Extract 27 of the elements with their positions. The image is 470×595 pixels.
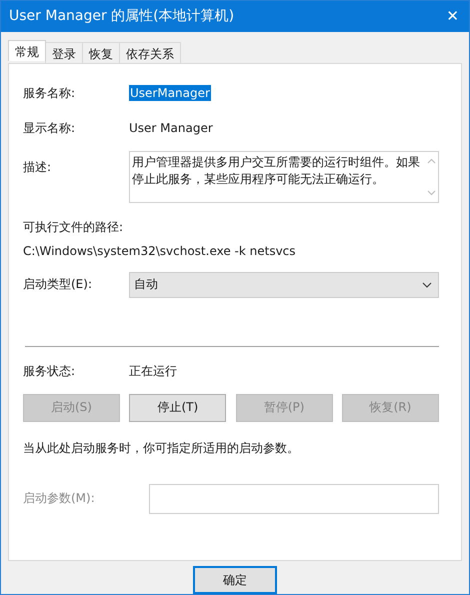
path-text: C:\Windows\system32\svchost.exe -k netsvcs xyxy=(23,244,297,258)
service-name-value[interactable]: UserManager xyxy=(129,85,211,102)
ok-button[interactable]: 确定 xyxy=(193,566,277,594)
scroll-down-icon[interactable] xyxy=(426,190,436,196)
startup-type-dropdown[interactable]: 自动 xyxy=(129,272,439,298)
tab[interactable]: 登录 xyxy=(45,42,83,63)
window-title: User Manager 的属性(本地计算机) xyxy=(9,7,234,26)
close-button[interactable]: ✕ xyxy=(446,7,459,26)
field-label: 服务状态: xyxy=(23,362,76,380)
description-box[interactable]: 用户管理器提供多用户交互所需要的运行时组件。如果停止此服务，某些应用程序可能无法正确运行。 xyxy=(129,150,439,203)
display-name-value: User Manager xyxy=(129,121,213,136)
tab[interactable]: 常规 xyxy=(8,40,46,61)
field-label: 启动参数(M): xyxy=(23,490,96,508)
tab[interactable]: 依存关系 xyxy=(119,42,181,63)
field-label: 启动类型(E): xyxy=(23,276,93,294)
status-value: 正在运行 xyxy=(129,362,177,380)
field-label: 描述: xyxy=(23,158,52,176)
field-label: 显示名称: xyxy=(23,120,76,137)
field-label: 可执行文件的路径: xyxy=(23,218,124,236)
description-text: 用户管理器提供多用户交互所需要的运行时组件。如果停止此服务，某些应用程序可能无法正确运行。 xyxy=(132,154,421,188)
field-label: 服务名称: xyxy=(23,84,76,102)
hint-text: 当从此处启动服务时，你可指定所适用的启动参数。 xyxy=(23,440,300,457)
dropdown-value: 自动 xyxy=(134,276,158,294)
service-button[interactable]: 停止(T) xyxy=(129,394,226,422)
scroll-up-icon[interactable] xyxy=(426,158,436,164)
tab[interactable]: 恢复 xyxy=(82,42,120,63)
chevron-down-icon xyxy=(422,282,432,288)
